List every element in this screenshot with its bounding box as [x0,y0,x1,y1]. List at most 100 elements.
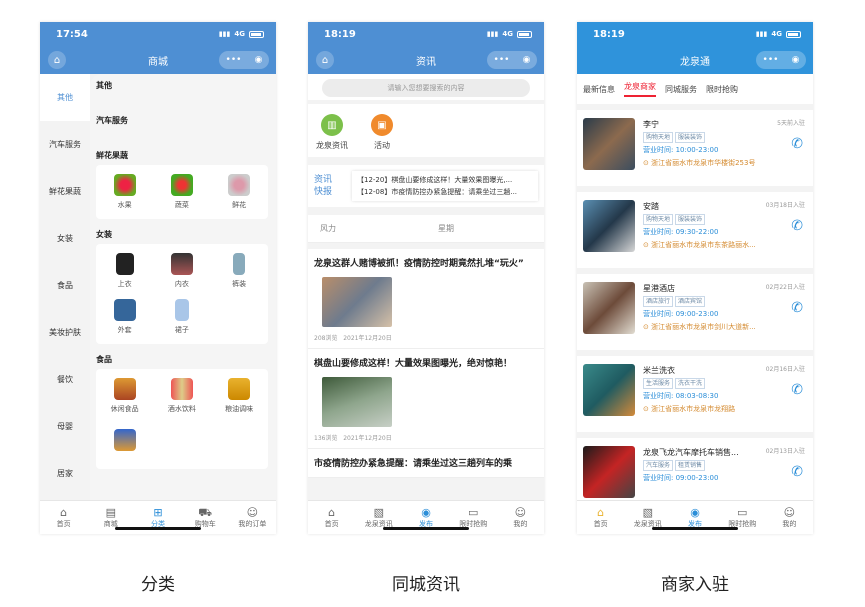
grid-item[interactable]: 裤装 [211,248,268,294]
shop-card[interactable]: 星港酒店 酒店旅行 酒店宾馆 营业时间: 09:00-23:00 ⊙ 浙江省丽水市龙泉市… [577,274,813,350]
tab-label: 首页 [56,520,71,528]
search-doc-icon: ▧ [373,506,384,519]
status-time: 18:19 [324,28,356,40]
close-icon[interactable]: ◉ [523,55,531,65]
sidebar-item[interactable]: 汽车服务 [40,121,90,168]
sidebar-item[interactable]: 母婴 [40,403,90,450]
sidebar-item[interactable]: 餐饮 [40,356,90,403]
grid-item[interactable]: 休闲食品 [96,373,153,419]
signal-icon: ▮▮▮ [218,30,231,38]
tab-home[interactable]: ⌂ 首页 [577,501,624,534]
home-icon[interactable]: ⌂ [316,51,334,69]
close-icon[interactable]: ◉ [255,55,263,65]
section-heading: 女装 [96,230,112,239]
phone-category: 17:54 ▮▮▮ 4G ⌂ 商城 ••• ◉ 其他 汽车服务 鲜花果蔬 女装 食品 美妆… [40,22,276,534]
capsule-menu[interactable]: ••• ◉ [487,51,537,69]
shop-card[interactable]: 李宁 购物天地 服装装饰 营业时间: 10:00-23:00 ⊙ 浙江省丽水市龙泉市华楼… [577,110,813,186]
news-flash-label: 快报 [314,187,333,197]
send-icon: ◉ [421,506,431,519]
shop-tag: 生活服务 [643,378,674,389]
search-area: 请输入您想要搜索的内容 [308,74,544,100]
grid-icon: ⊞ [153,506,163,519]
capsule-menu[interactable]: ••• ◉ [219,51,269,69]
tab-latest[interactable]: 最新信息 [583,84,615,95]
shop-tag: 服装装饰 [675,132,706,143]
sidebar-item[interactable]: 鲜花果蔬 [40,168,90,215]
article-title: 龙泉这群人赌博被抓！疫情防控时期竟然扎堆“玩火” [314,259,524,269]
shop-hours: 营业时间: 09:00-23:00 [643,474,719,482]
grid-item[interactable] [96,419,153,465]
ticket-icon: ▣ [371,114,393,136]
tab-me[interactable]: ☺ 我的 [497,501,544,534]
sidebar-item[interactable]: 女装 [40,215,90,262]
home-indicator [383,527,469,530]
news-flash[interactable]: 资讯 快报 【12-20】棋盘山要修成这样！大量效果图曝光,... 【12-08】市… [308,165,544,207]
phone-icon[interactable]: ✆ [791,136,803,152]
capsule-menu[interactable]: ••• ◉ [756,51,806,69]
user-icon: ☺ [514,506,527,519]
home-icon: ⌂ [328,506,336,519]
status-bar: 18:19 ▮▮▮ 4G [308,22,544,46]
shop-card[interactable]: 米兰洗衣 生活服务 洗衣干洗 营业时间: 08:03-08:30 ⊙ 浙江省丽水市龙泉市… [577,356,813,432]
join-date: 02月22日入驻 [765,284,805,291]
grid-item-label: 休闲食品 [110,405,139,413]
grid-item[interactable]: 粮油调味 [211,373,268,419]
news-item[interactable]: 【12-08】市疫情防控办紧急提醒：请乘坐过三趟... [357,186,533,198]
grid-item[interactable]: 内衣 [153,248,210,294]
close-icon[interactable]: ◉ [792,55,800,65]
grid-item[interactable]: 水果 [96,169,153,215]
user-icon: ☺ [246,506,259,519]
tab-me[interactable]: ☺ 我的 [766,501,813,534]
menu-label: 龙泉资讯 [316,141,348,150]
phone-icon[interactable]: ✆ [791,464,803,480]
article-card[interactable]: 市疫情防控办紧急提醒：请乘坐过这三趟列车的乘 [308,449,544,478]
grid-item[interactable]: 上衣 [96,248,153,294]
book-icon: ▥ [321,114,343,136]
tab-label: 我的 [513,520,528,528]
news-item[interactable]: 【12-20】棋盘山要修成这样！大量效果图曝光,... [357,174,533,186]
article-card[interactable]: 棋盘山要修成这样！大量效果图曝光，绝对惊艳！ 136浏览 2021年12月20日 [308,349,544,449]
grid-item-label: 酒水饮料 [167,405,196,413]
join-date: 02月16日入驻 [765,366,805,373]
battery-icon [786,30,801,38]
search-input[interactable]: 请输入您想要搜索的内容 [322,79,530,97]
more-icon[interactable]: ••• [494,55,510,65]
shop-card[interactable]: 安踏 购物天地 服装装饰 营业时间: 09:30-22:00 ⊙ 浙江省丽水市龙泉市东茶… [577,192,813,268]
phone-icon[interactable]: ✆ [791,382,803,398]
tab-label: 我的订单 [238,520,267,528]
shop-image [583,446,635,498]
sidebar-item[interactable]: 食品 [40,262,90,309]
grid-item[interactable]: 外套 [96,294,153,340]
tab-home[interactable]: ⌂ 首页 [308,501,355,534]
tab-flash-sale[interactable]: 限时抢购 [706,84,738,95]
tab-home[interactable]: ⌂ 首页 [40,501,87,534]
sidebar-item[interactable]: 美妆护肤 [40,309,90,356]
phone-icon[interactable]: ✆ [791,300,803,316]
sidebar-item[interactable]: 其他 [40,74,90,121]
home-icon[interactable]: ⌂ [48,51,66,69]
menu-activity[interactable]: ▣ 活动 [362,114,402,151]
grid-item[interactable]: 裙子 [153,294,210,340]
more-icon[interactable]: ••• [763,55,779,65]
more-icon[interactable]: ••• [226,55,242,65]
article-card[interactable]: 龙泉这群人赌博被抓！疫情防控时期竟然扎堆“玩火” 208浏览 2021年12月2… [308,249,544,349]
tab-merchants[interactable]: 龙泉商家 [624,81,656,97]
shop-hours: 营业时间: 10:00-23:00 [643,146,719,154]
shop-tag: 酒店旅行 [643,296,674,307]
header: 18:19 ▮▮▮ 4G ⌂ 资讯 ••• ◉ [308,22,544,74]
snack-image [113,378,136,400]
tab-orders[interactable]: ☺ 我的订单 [229,501,276,534]
tab-local-service[interactable]: 同城服务 [665,84,697,95]
menu-news[interactable]: ▥ 龙泉资讯 [312,114,352,151]
phone-icon[interactable]: ✆ [791,218,803,234]
home-indicator [652,527,738,530]
category-sidebar: 其他 汽车服务 鲜花果蔬 女装 食品 美妆护肤 餐饮 母婴 居家 [40,74,90,500]
grid-item[interactable]: 酒水饮料 [153,373,210,419]
sidebar-item[interactable]: 居家 [40,450,90,497]
grid-item[interactable]: 鲜花 [211,169,268,215]
cart-icon: ⛟ [198,506,213,519]
article-image [322,277,392,327]
home-icon: ⌂ [597,506,605,519]
search-doc-icon: ▧ [642,506,653,519]
grid-item[interactable]: 蔬菜 [153,169,210,215]
